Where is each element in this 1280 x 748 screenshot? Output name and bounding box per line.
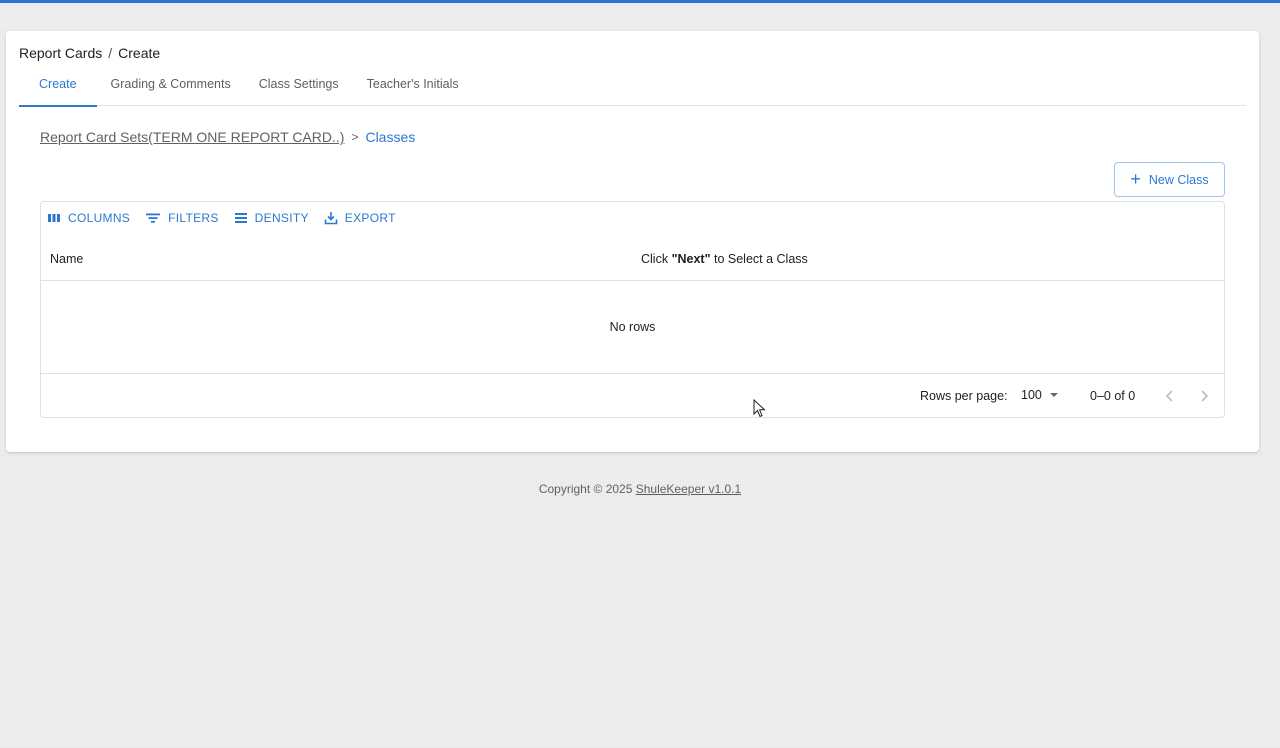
next-page-button[interactable] [1194, 386, 1214, 406]
breadcrumb-separator: / [108, 45, 113, 61]
breadcrumb-chevron: > [351, 130, 359, 144]
mouse-cursor-icon [753, 399, 766, 418]
columns-button[interactable]: COLUMNS [47, 211, 130, 225]
density-icon [234, 213, 247, 223]
column-header-suffix: to Select a Class [710, 252, 808, 266]
tab-create[interactable]: Create [19, 73, 97, 107]
previous-page-button[interactable] [1160, 386, 1180, 406]
report-card-sets-link[interactable]: Report Card Sets(TERM ONE REPORT CARD..) [40, 129, 344, 145]
rows-per-page-select[interactable]: 100 [1021, 388, 1058, 402]
export-label: EXPORT [344, 211, 396, 225]
density-button[interactable]: DENSITY [234, 211, 309, 225]
export-icon [324, 212, 338, 225]
columns-icon [48, 214, 60, 222]
grid-header-row: Name Click "Next" to Select a Class [41, 240, 1224, 281]
rows-per-page-label: Rows per page: [920, 389, 1008, 403]
breadcrumb-report-cards[interactable]: Report Cards [19, 45, 102, 61]
filter-icon [146, 213, 161, 223]
plus-icon: + [1130, 168, 1141, 189]
column-header-next: "Next" [671, 252, 711, 266]
column-header-name[interactable]: Name [50, 252, 83, 266]
tab-bar: Create Grading & Comments Class Settings… [19, 73, 1246, 107]
classes-crumb: Classes [365, 129, 416, 145]
columns-label: COLUMNS [68, 211, 131, 225]
column-header-prefix: Click [641, 252, 672, 266]
page-breadcrumb: Report Cards / Create [19, 45, 160, 61]
caret-down-icon [1049, 393, 1058, 397]
filters-label: FILTERS [168, 211, 219, 225]
brand-link[interactable]: ShuleKeeper v1.0.1 [636, 482, 741, 496]
page-range: 0–0 of 0 [1090, 389, 1136, 403]
rows-per-page-value: 100 [1021, 388, 1042, 402]
tab-class-settings[interactable]: Class Settings [245, 73, 353, 106]
export-button[interactable]: EXPORT [324, 211, 396, 225]
new-class-button[interactable]: + New Class [1114, 162, 1225, 197]
tab-teachers-initials[interactable]: Teacher's Initials [353, 73, 473, 106]
breadcrumb-create: Create [118, 45, 161, 61]
grid-toolbar: COLUMNS FILTERS DENSITY EXPORT [47, 211, 396, 225]
tab-grading-comments[interactable]: Grading & Comments [97, 73, 245, 106]
page-footer: Copyright © 2025 ShuleKeeper v1.0.1 [0, 482, 1280, 496]
no-rows-message: No rows [609, 320, 656, 334]
new-class-label: New Class [1148, 172, 1209, 187]
top-accent-bar [0, 0, 1280, 3]
column-header-select-class[interactable]: Click "Next" to Select a Class [641, 252, 808, 266]
main-card: Report Cards / Create Create Grading & C… [6, 31, 1259, 452]
report-set-breadcrumb: Report Card Sets(TERM ONE REPORT CARD..)… [40, 129, 415, 145]
filters-button[interactable]: FILTERS [145, 211, 219, 225]
copyright-text: Copyright © 2025 [538, 482, 636, 496]
chevron-right-icon [1201, 390, 1209, 402]
grid-pagination: Rows per page: 100 0–0 of 0 [41, 373, 1224, 418]
chevron-left-icon [1165, 390, 1173, 402]
classes-data-grid: COLUMNS FILTERS DENSITY EXPORT Name Clic… [40, 201, 1225, 418]
density-label: DENSITY [254, 211, 309, 225]
